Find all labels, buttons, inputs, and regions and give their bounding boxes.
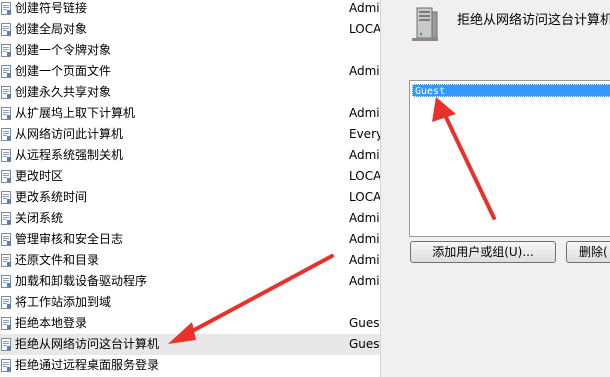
right-security-setting: Every	[349, 127, 380, 141]
right-name: 拒绝本地登录	[15, 316, 88, 330]
policy-icon	[1, 23, 11, 36]
right-security-setting: Admi	[349, 1, 380, 15]
right-security-setting: Admi	[349, 211, 380, 225]
right-name: 关闭系统	[15, 211, 64, 225]
right-name: 将工作站添加到域	[15, 295, 112, 309]
right-name: 更改时区	[15, 169, 64, 183]
rights-row[interactable]: 更改系统时间 LOCA	[0, 187, 380, 208]
add-user-or-group-button[interactable]: 添加用户或组(U)...	[410, 241, 556, 263]
policy-icon	[1, 86, 11, 99]
policy-icon	[1, 275, 11, 288]
rights-row[interactable]: 创建永久共享对象	[0, 82, 380, 103]
right-name: 创建全局对象	[15, 22, 88, 36]
rights-row[interactable]: 拒绝本地登录 Guest	[0, 313, 380, 334]
policy-icon	[1, 254, 11, 267]
right-name: 管理审核和安全日志	[15, 232, 124, 246]
rights-row[interactable]: 从远程系统强制关机 Admi	[0, 145, 380, 166]
rights-row[interactable]: 创建全局对象 LOCA	[0, 19, 380, 40]
right-name: 拒绝通过远程桌面服务登录	[15, 358, 160, 372]
policy-icon	[1, 2, 11, 15]
policy-title: 拒绝从网络访问这台计算机	[457, 13, 610, 28]
policy-icon	[1, 44, 11, 57]
member-item[interactable]: Guest	[412, 84, 610, 97]
rights-row[interactable]: 拒绝通过远程桌面服务登录	[0, 355, 380, 376]
policy-icon	[1, 317, 11, 330]
right-security-setting: LOCA	[349, 190, 380, 204]
right-security-setting: Admi	[349, 274, 380, 288]
remove-button[interactable]: 删除(	[566, 241, 610, 263]
right-name: 创建一个令牌对象	[15, 43, 112, 57]
right-name: 创建一个页面文件	[15, 64, 112, 78]
right-name: 拒绝从网络访问这台计算机	[15, 337, 160, 351]
right-name: 创建永久共享对象	[15, 85, 112, 99]
rights-row[interactable]: 创建一个页面文件 Admi	[0, 61, 380, 82]
right-security-setting: Admi	[349, 106, 380, 120]
right-name: 从网络访问此计算机	[15, 127, 124, 141]
policy-icon	[1, 65, 11, 78]
rights-row[interactable]: 更改时区 LOCA	[0, 166, 380, 187]
policy-icon	[1, 359, 11, 372]
right-name: 从远程系统强制关机	[15, 148, 124, 162]
right-name: 更改系统时间	[15, 190, 88, 204]
rights-row[interactable]: 管理审核和安全日志 Admi	[0, 229, 380, 250]
right-name: 从扩展坞上取下计算机	[15, 106, 136, 120]
right-security-setting: Admi	[349, 148, 380, 162]
policy-icon	[1, 296, 11, 309]
right-name: 加载和卸载设备驱动程序	[15, 274, 148, 288]
right-security-setting: LOCA	[349, 22, 380, 36]
policy-icon	[1, 128, 11, 141]
right-security-setting: Admi	[349, 253, 380, 267]
rights-row[interactable]: 将工作站添加到域	[0, 292, 380, 313]
right-name: 还原文件和目录	[15, 253, 100, 267]
policy-icon	[1, 191, 11, 204]
rights-row[interactable]: 加载和卸载设备驱动程序 Admi	[0, 271, 380, 292]
rights-row[interactable]: 从扩展坞上取下计算机 Admi	[0, 103, 380, 124]
policy-icon	[1, 107, 11, 120]
right-security-setting: Admi	[349, 64, 380, 78]
rights-row[interactable]: 创建一个令牌对象	[0, 40, 380, 61]
right-security-setting: LOCA	[349, 169, 380, 183]
rights-row[interactable]: 关闭系统 Admi	[0, 208, 380, 229]
rights-row[interactable]: 从网络访问此计算机 Every	[0, 124, 380, 145]
server-icon	[412, 7, 438, 41]
rights-row[interactable]: 还原文件和目录 Admi	[0, 250, 380, 271]
rights-row[interactable]: 创建符号链接 Admi	[0, 0, 380, 19]
rights-row-selected[interactable]: 拒绝从网络访问这台计算机 Guest	[0, 334, 380, 355]
right-security-setting: Guest	[349, 337, 380, 351]
user-rights-list: 创建符号链接 Admi 创建全局对象 LOCA 创建一个令牌对象 创建一个页面文件 Admi…	[0, 0, 380, 377]
policy-icon	[1, 149, 11, 162]
policy-icon	[1, 212, 11, 225]
properties-dialog: 拒绝从网络访问这台计算机 Guest 添加用户或组(U)... 删除(	[384, 0, 610, 377]
policy-icon	[1, 233, 11, 246]
policy-icon	[1, 170, 11, 183]
policy-icon	[1, 338, 11, 351]
right-security-setting: Admi	[349, 232, 380, 246]
right-name: 创建符号链接	[15, 1, 88, 15]
right-security-setting: Guest	[349, 316, 380, 330]
members-listbox[interactable]: Guest	[409, 80, 610, 237]
